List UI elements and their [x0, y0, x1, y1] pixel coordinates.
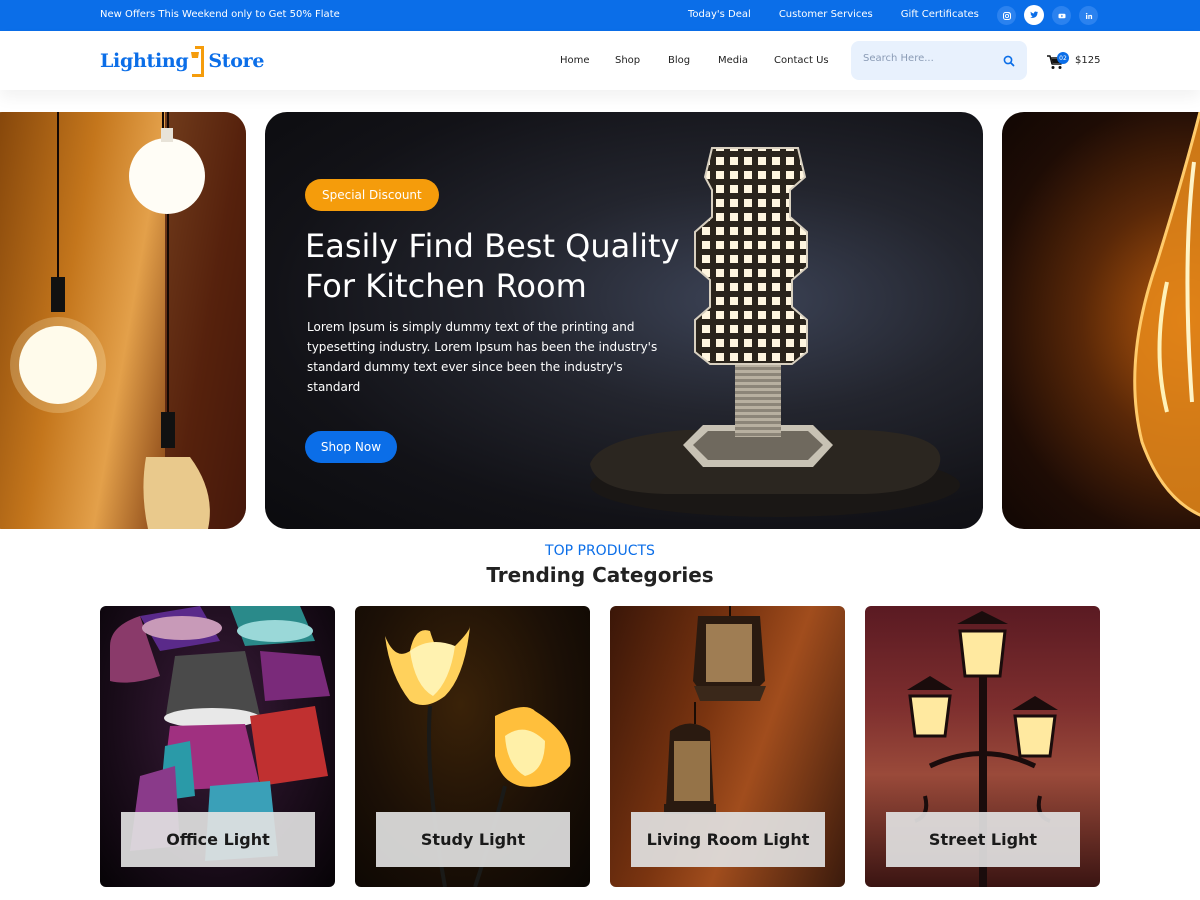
linkedin-icon[interactable]	[1079, 6, 1098, 25]
category-card-street-light[interactable]: Street Light	[865, 606, 1100, 887]
special-discount-badge: Special Discount	[305, 179, 439, 211]
category-card-office-light[interactable]: Office Light	[100, 606, 335, 887]
hero-slide-next[interactable]	[1002, 112, 1200, 529]
hero-description: Lorem Ipsum is simply dummy text of the …	[307, 320, 658, 394]
search-icon[interactable]	[1002, 54, 1016, 68]
hero-title-line2: For Kitchen Room	[305, 267, 587, 305]
category-label-study-light: Study Light	[376, 812, 570, 867]
hero-title: Easily Find Best Quality For Kitchen Roo…	[305, 226, 725, 306]
nav-blog[interactable]: Blog	[668, 55, 690, 66]
site-header: Lighting Store Home Shop Blog Media Cont…	[0, 31, 1200, 90]
section-title: Trending Categories	[486, 563, 714, 587]
category-label-living-room-light: Living Room Light	[631, 812, 825, 867]
search-box	[851, 41, 1027, 80]
twitter-icon[interactable]	[1024, 5, 1044, 25]
top-bar: New Offers This Weekend only to Get 50% …	[0, 0, 1200, 31]
nav-shop[interactable]: Shop	[615, 55, 640, 66]
shop-now-button[interactable]: Shop Now	[305, 431, 397, 463]
search-input[interactable]	[863, 53, 993, 64]
logo-text-lighting: Lighting	[100, 50, 189, 72]
gift-certificates-link[interactable]: Gift Certificates	[901, 9, 979, 20]
hero-slide-main: Special Discount Easily Find Best Qualit…	[265, 112, 983, 529]
hero-slide-previous[interactable]	[0, 112, 246, 529]
logo[interactable]: Lighting Store	[100, 45, 264, 77]
offer-text: New Offers This Weekend only to Get 50% …	[100, 9, 340, 20]
hero-title-line1: Easily Find Best Quality	[305, 227, 680, 265]
section-subtitle: TOP PRODUCTS	[545, 543, 655, 559]
category-card-living-room-light[interactable]: Living Room Light	[610, 606, 845, 887]
nav-home[interactable]: Home	[560, 55, 590, 66]
youtube-icon[interactable]	[1052, 6, 1071, 25]
category-label-street-light: Street Light	[886, 812, 1080, 867]
instagram-icon[interactable]	[997, 6, 1016, 25]
category-label-office-light: Office Light	[121, 812, 315, 867]
customer-services-link[interactable]: Customer Services	[779, 9, 873, 20]
cart-count-badge: 02	[1057, 52, 1069, 64]
top-links: Today's Deal Customer Services Gift Cert…	[688, 9, 1007, 20]
lamp-logo-icon	[190, 44, 206, 78]
cart-total: $125	[1075, 55, 1101, 66]
nav-media[interactable]: Media	[718, 55, 748, 66]
category-card-study-light[interactable]: Study Light	[355, 606, 590, 887]
logo-text-store: Store	[208, 50, 265, 72]
nav-contact-us[interactable]: Contact Us	[774, 55, 829, 66]
todays-deal-link[interactable]: Today's Deal	[688, 9, 751, 20]
